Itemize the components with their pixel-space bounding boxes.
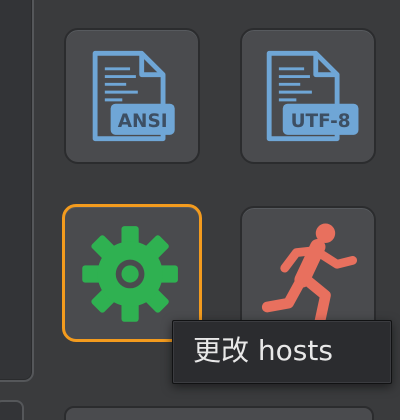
file-utf8-icon: UTF-8 (266, 50, 359, 142)
tooltip-text: 更改 hosts (193, 334, 333, 367)
tooltip: 更改 hosts (172, 320, 392, 384)
left-bottom-panel (0, 400, 24, 420)
convert-utf8-button[interactable]: UTF-8 (240, 28, 376, 164)
convert-ansi-button[interactable]: ANSI (64, 28, 200, 164)
left-sidebar-panel (0, 0, 34, 382)
bottom-partial-tile[interactable] (64, 406, 374, 420)
file-ansi-icon: ANSI (92, 50, 175, 142)
tool-panel: ANSI UTF-8 更改 hosts (0, 0, 400, 420)
utf8-badge-label: UTF-8 (291, 111, 351, 132)
ansi-badge-label: ANSI (118, 111, 168, 132)
